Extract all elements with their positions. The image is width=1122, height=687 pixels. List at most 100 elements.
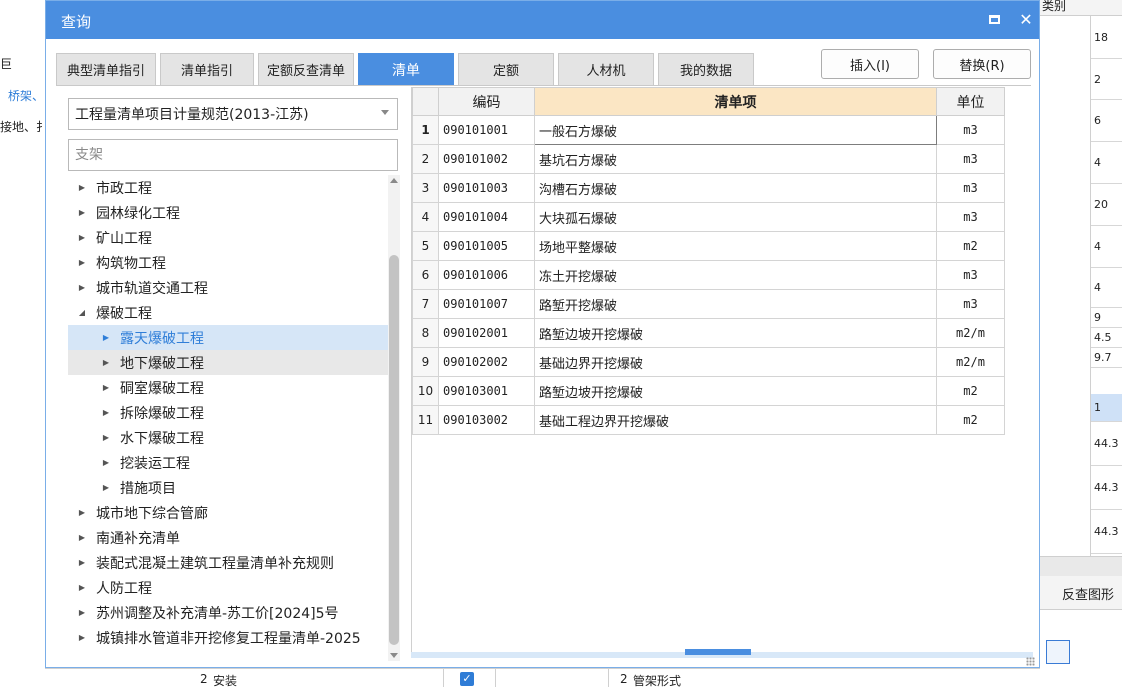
expand-icon[interactable]: ▶ bbox=[76, 508, 88, 517]
tree-item[interactable]: ▶ 地下爆破工程 bbox=[68, 350, 388, 375]
tree-item[interactable]: ▶ 装配式混凝土建筑工程量清单补充规则 bbox=[68, 550, 388, 575]
cell-unit[interactable]: m3 bbox=[936, 289, 1005, 319]
tab-quota-reverse-list[interactable]: 定额反查清单 bbox=[258, 53, 354, 85]
cell-code[interactable]: 090101001 bbox=[438, 115, 535, 145]
tree-item[interactable]: ▶ 城市轨道交通工程 bbox=[68, 275, 388, 300]
tree-item[interactable]: ▶ 露天爆破工程 bbox=[68, 325, 388, 350]
cell-unit[interactable]: m2 bbox=[936, 405, 1005, 435]
cell-code[interactable]: 090103001 bbox=[438, 376, 535, 406]
table-row[interactable]: 10 090103001 路堑边坡开挖爆破 m2 bbox=[412, 376, 1005, 406]
table-row[interactable]: 4 090101004 大块孤石爆破 m3 bbox=[412, 202, 1005, 232]
expand-icon[interactable]: ▶ bbox=[76, 208, 88, 217]
spec-select[interactable]: 工程量清单项目计量规范(2013-江苏) bbox=[68, 98, 398, 130]
tree-item[interactable]: ▶ 挖装运工程 bbox=[68, 450, 388, 475]
expand-icon[interactable]: ▶ bbox=[76, 233, 88, 242]
cell-code[interactable]: 090101006 bbox=[438, 260, 535, 290]
background-cell[interactable]: 4 bbox=[1091, 226, 1122, 268]
cell-unit[interactable]: m3 bbox=[936, 260, 1005, 290]
scroll-thumb[interactable] bbox=[389, 255, 399, 645]
background-cell[interactable]: 44.3 bbox=[1091, 510, 1122, 554]
cell-item[interactable]: 基坑石方爆破 bbox=[534, 144, 937, 174]
tree-item[interactable]: ▶ 矿山工程 bbox=[68, 225, 388, 250]
table-row[interactable]: 11 090103002 基础工程边界开挖爆破 m2 bbox=[412, 405, 1005, 435]
insert-button[interactable]: 插入(I) bbox=[821, 49, 919, 79]
background-cell[interactable]: 20 bbox=[1091, 184, 1122, 226]
expand-icon[interactable]: ▶ bbox=[100, 433, 112, 442]
column-header-unit[interactable]: 单位 bbox=[936, 87, 1005, 116]
table-row[interactable]: 8 090102001 路堑边坡开挖爆破 m2/m bbox=[412, 318, 1005, 348]
expand-icon[interactable]: ▶ bbox=[100, 458, 112, 467]
column-header-item[interactable]: 清单项 bbox=[534, 87, 937, 116]
cell-item[interactable]: 基础边界开挖爆破 bbox=[534, 347, 937, 377]
background-cell[interactable]: 2 bbox=[1091, 59, 1122, 100]
table-row[interactable]: 1 090101001 一般石方爆破 m3 bbox=[412, 115, 1005, 145]
background-cell[interactable]: 6 bbox=[1091, 100, 1122, 142]
dialog-titlebar[interactable]: 查询 ✕ bbox=[46, 1, 1039, 39]
expand-icon[interactable]: ▶ bbox=[100, 483, 112, 492]
cell-item[interactable]: 基础工程边界开挖爆破 bbox=[534, 405, 937, 435]
column-header-code[interactable]: 编码 bbox=[438, 87, 535, 116]
tab-typical-list-guide[interactable]: 典型清单指引 bbox=[56, 53, 156, 85]
collapse-icon[interactable]: ◢ bbox=[76, 308, 88, 317]
tab-list-guide[interactable]: 清单指引 bbox=[160, 53, 254, 85]
cell-unit[interactable]: m2/m bbox=[936, 318, 1005, 348]
tab-labor-material-machine[interactable]: 人材机 bbox=[558, 53, 654, 85]
background-link[interactable]: 桥架、 bbox=[8, 87, 44, 104]
background-cell[interactable]: 4.5 bbox=[1091, 328, 1122, 348]
background-cell[interactable]: 18 bbox=[1091, 16, 1122, 59]
tree-scrollbar[interactable] bbox=[388, 175, 400, 661]
cell-unit[interactable]: m2/m bbox=[936, 347, 1005, 377]
cell-item[interactable]: 一般石方爆破 bbox=[534, 115, 937, 145]
cell-item[interactable]: 大块孤石爆破 bbox=[534, 202, 937, 232]
expand-icon[interactable]: ▶ bbox=[100, 408, 112, 417]
tree-item[interactable]: ▶ 园林绿化工程 bbox=[68, 200, 388, 225]
cell-item[interactable]: 冻土开挖爆破 bbox=[534, 260, 937, 290]
table-row[interactable]: 9 090102002 基础边界开挖爆破 m2/m bbox=[412, 347, 1005, 377]
background-cell[interactable]: 9.7 bbox=[1091, 348, 1122, 368]
table-hscrollbar[interactable] bbox=[411, 649, 1033, 658]
cell-item[interactable]: 沟槽石方爆破 bbox=[534, 173, 937, 203]
resize-grip-icon[interactable] bbox=[1026, 657, 1035, 666]
table-row[interactable]: 2 090101002 基坑石方爆破 m3 bbox=[412, 144, 1005, 174]
cell-code[interactable]: 090103002 bbox=[438, 405, 535, 435]
expand-icon[interactable]: ▶ bbox=[76, 258, 88, 267]
tree-item[interactable]: ▶ 南通补充清单 bbox=[68, 525, 388, 550]
search-input[interactable] bbox=[68, 139, 398, 171]
chevron-down-icon[interactable] bbox=[381, 110, 389, 115]
tree-item[interactable]: ▶ 拆除爆破工程 bbox=[68, 400, 388, 425]
table-row[interactable]: 6 090101006 冻土开挖爆破 m3 bbox=[412, 260, 1005, 290]
background-cell[interactable]: 9 bbox=[1091, 308, 1122, 328]
expand-icon[interactable]: ▶ bbox=[76, 533, 88, 542]
table-row[interactable]: 5 090101005 场地平整爆破 m2 bbox=[412, 231, 1005, 261]
cell-code[interactable]: 090101007 bbox=[438, 289, 535, 319]
tab-list[interactable]: 清单 bbox=[358, 53, 454, 85]
tree-item[interactable]: ▶ 硐室爆破工程 bbox=[68, 375, 388, 400]
tree-item[interactable]: ▶ 城镇排水管道非开挖修复工程量清单-2025 bbox=[68, 625, 388, 650]
cell-code[interactable]: 090101002 bbox=[438, 144, 535, 174]
background-row-checkbox[interactable]: ✓ bbox=[460, 672, 474, 686]
expand-icon[interactable]: ▶ bbox=[76, 633, 88, 642]
cell-code[interactable]: 090102002 bbox=[438, 347, 535, 377]
tree-item[interactable]: ▶ 措施项目 bbox=[68, 475, 388, 500]
tree-item[interactable]: ◢ 爆破工程 bbox=[68, 300, 388, 325]
cell-unit[interactable]: m3 bbox=[936, 202, 1005, 232]
background-cell[interactable]: 4 bbox=[1091, 142, 1122, 184]
close-icon[interactable]: ✕ bbox=[1017, 10, 1035, 29]
cell-unit[interactable]: m3 bbox=[936, 144, 1005, 174]
cell-item[interactable]: 路堑边坡开挖爆破 bbox=[534, 376, 937, 406]
tree-item[interactable]: ▶ 市政工程 bbox=[68, 175, 388, 200]
expand-icon[interactable]: ▶ bbox=[76, 558, 88, 567]
expand-icon[interactable]: ▶ bbox=[100, 383, 112, 392]
tree-item[interactable]: ▶ 苏州调整及补充清单-苏工价[2024]5号 bbox=[68, 600, 388, 625]
cell-unit[interactable]: m3 bbox=[936, 115, 1005, 145]
tab-my-data[interactable]: 我的数据 bbox=[658, 53, 754, 85]
cell-item[interactable]: 场地平整爆破 bbox=[534, 231, 937, 261]
cell-code[interactable]: 090101005 bbox=[438, 231, 535, 261]
tree-item[interactable]: ▶ 人防工程 bbox=[68, 575, 388, 600]
cell-unit[interactable]: m2 bbox=[936, 231, 1005, 261]
expand-icon[interactable]: ▶ bbox=[76, 283, 88, 292]
cell-item[interactable]: 路堑开挖爆破 bbox=[534, 289, 937, 319]
table-row[interactable]: 7 090101007 路堑开挖爆破 m3 bbox=[412, 289, 1005, 319]
cell-code[interactable]: 090101004 bbox=[438, 202, 535, 232]
scroll-up-icon[interactable] bbox=[390, 178, 398, 183]
